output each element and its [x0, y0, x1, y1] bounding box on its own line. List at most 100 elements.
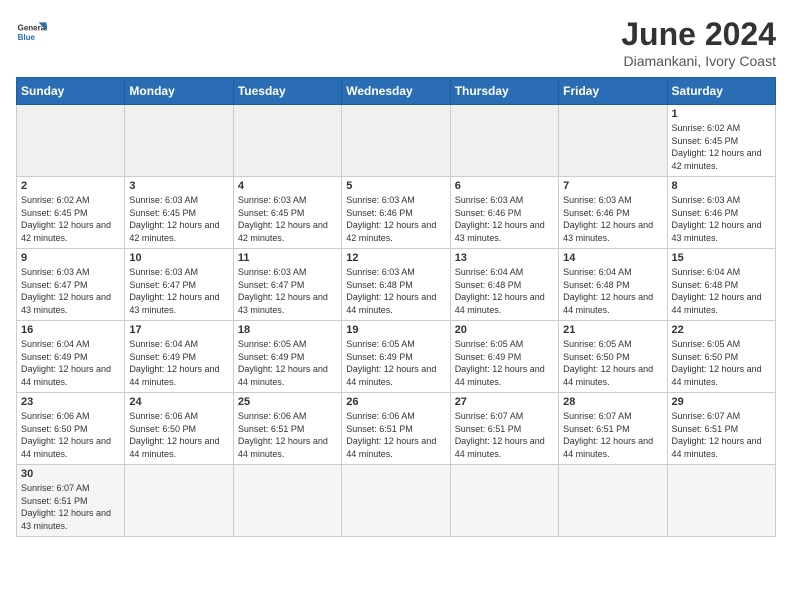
day-info: Sunrise: 6:03 AMSunset: 6:46 PMDaylight:… [563, 194, 662, 244]
day-number: 19 [346, 324, 445, 336]
calendar-cell: 11Sunrise: 6:03 AMSunset: 6:47 PMDayligh… [233, 249, 341, 321]
day-info: Sunrise: 6:07 AMSunset: 6:51 PMDaylight:… [21, 482, 120, 532]
calendar-cell: 26Sunrise: 6:06 AMSunset: 6:51 PMDayligh… [342, 393, 450, 465]
day-number: 22 [672, 324, 771, 336]
day-info: Sunrise: 6:05 AMSunset: 6:49 PMDaylight:… [238, 338, 337, 388]
calendar-cell [17, 105, 125, 177]
day-number: 27 [455, 396, 554, 408]
day-info: Sunrise: 6:03 AMSunset: 6:46 PMDaylight:… [346, 194, 445, 244]
day-info: Sunrise: 6:05 AMSunset: 6:50 PMDaylight:… [563, 338, 662, 388]
day-info: Sunrise: 6:04 AMSunset: 6:48 PMDaylight:… [455, 266, 554, 316]
day-number: 29 [672, 396, 771, 408]
day-info: Sunrise: 6:03 AMSunset: 6:47 PMDaylight:… [21, 266, 120, 316]
calendar-cell [125, 465, 233, 537]
day-number: 5 [346, 180, 445, 192]
calendar-title-area: June 2024 Diamankani, Ivory Coast [621, 16, 776, 69]
page-header: General Blue June 2024 Diamankani, Ivory… [16, 16, 776, 69]
weekday-header-saturday: Saturday [667, 78, 775, 105]
day-number: 8 [672, 180, 771, 192]
calendar-cell: 12Sunrise: 6:03 AMSunset: 6:48 PMDayligh… [342, 249, 450, 321]
day-info: Sunrise: 6:06 AMSunset: 6:51 PMDaylight:… [238, 410, 337, 460]
day-number: 23 [21, 396, 120, 408]
calendar-cell: 8 Sunrise: 6:03 AMSunset: 6:46 PMDaylight… [667, 177, 775, 249]
day-number: 7 [563, 180, 662, 192]
day-number: 12 [346, 252, 445, 264]
weekday-header-friday: Friday [559, 78, 667, 105]
calendar-cell: 18 Sunrise: 6:05 AMSunset: 6:49 PMDayligh… [233, 321, 341, 393]
calendar-cell: 7 Sunrise: 6:03 AMSunset: 6:46 PMDaylight… [559, 177, 667, 249]
day-number: 9 [21, 252, 120, 264]
day-number: 3 [129, 180, 228, 192]
calendar-cell: 19 Sunrise: 6:05 AMSunset: 6:49 PMDayligh… [342, 321, 450, 393]
day-number: 13 [455, 252, 554, 264]
day-number: 11 [238, 252, 337, 264]
calendar-subtitle: Diamankani, Ivory Coast [621, 53, 776, 69]
weekday-header-tuesday: Tuesday [233, 78, 341, 105]
calendar-cell [342, 105, 450, 177]
day-info: Sunrise: 6:04 AMSunset: 6:48 PMDaylight:… [563, 266, 662, 316]
logo: General Blue [16, 16, 48, 48]
day-info: Sunrise: 6:06 AMSunset: 6:51 PMDaylight:… [346, 410, 445, 460]
day-info: Sunrise: 6:04 AMSunset: 6:48 PMDaylight:… [672, 266, 771, 316]
calendar-week-1: 1 Sunrise: 6:02 AMSunset: 6:45 PMDaylight… [17, 105, 776, 177]
calendar-week-5: 23 Sunrise: 6:06 AMSunset: 6:50 PMDayligh… [17, 393, 776, 465]
day-number: 25 [238, 396, 337, 408]
day-info: Sunrise: 6:06 AMSunset: 6:50 PMDaylight:… [21, 410, 120, 460]
day-info: Sunrise: 6:05 AMSunset: 6:49 PMDaylight:… [346, 338, 445, 388]
calendar-cell: 28Sunrise: 6:07 AMSunset: 6:51 PMDayligh… [559, 393, 667, 465]
calendar-cell [233, 465, 341, 537]
day-info: Sunrise: 6:03 AMSunset: 6:46 PMDaylight:… [455, 194, 554, 244]
day-number: 6 [455, 180, 554, 192]
day-number: 2 [21, 180, 120, 192]
calendar-cell [667, 465, 775, 537]
calendar-week-4: 16 Sunrise: 6:04 AMSunset: 6:49 PMDayligh… [17, 321, 776, 393]
day-info: Sunrise: 6:02 AMSunset: 6:45 PMDaylight:… [21, 194, 120, 244]
day-info: Sunrise: 6:07 AMSunset: 6:51 PMDaylight:… [672, 410, 771, 460]
day-info: Sunrise: 6:07 AMSunset: 6:51 PMDaylight:… [455, 410, 554, 460]
calendar-cell: 30 Sunrise: 6:07 AMSunset: 6:51 PMDayligh… [17, 465, 125, 537]
day-info: Sunrise: 6:03 AMSunset: 6:45 PMDaylight:… [238, 194, 337, 244]
day-info: Sunrise: 6:05 AMSunset: 6:49 PMDaylight:… [455, 338, 554, 388]
calendar-cell: 21Sunrise: 6:05 AMSunset: 6:50 PMDayligh… [559, 321, 667, 393]
calendar-cell: 3 Sunrise: 6:03 AMSunset: 6:45 PMDaylight… [125, 177, 233, 249]
day-info: Sunrise: 6:07 AMSunset: 6:51 PMDaylight:… [563, 410, 662, 460]
day-number: 24 [129, 396, 228, 408]
day-number: 1 [672, 108, 771, 120]
calendar-cell [125, 105, 233, 177]
calendar-cell: 22Sunrise: 6:05 AMSunset: 6:50 PMDayligh… [667, 321, 775, 393]
weekday-header-monday: Monday [125, 78, 233, 105]
day-number: 4 [238, 180, 337, 192]
day-info: Sunrise: 6:03 AMSunset: 6:47 PMDaylight:… [129, 266, 228, 316]
calendar-body: 1 Sunrise: 6:02 AMSunset: 6:45 PMDaylight… [17, 105, 776, 537]
day-info: Sunrise: 6:02 AMSunset: 6:45 PMDaylight:… [672, 122, 771, 172]
day-info: Sunrise: 6:03 AMSunset: 6:46 PMDaylight:… [672, 194, 771, 244]
calendar-cell [559, 465, 667, 537]
weekday-header-wednesday: Wednesday [342, 78, 450, 105]
calendar-cell: 20 Sunrise: 6:05 AMSunset: 6:49 PMDayligh… [450, 321, 558, 393]
calendar-week-2: 2 Sunrise: 6:02 AMSunset: 6:45 PMDaylight… [17, 177, 776, 249]
day-info: Sunrise: 6:06 AMSunset: 6:50 PMDaylight:… [129, 410, 228, 460]
calendar-cell: 1 Sunrise: 6:02 AMSunset: 6:45 PMDaylight… [667, 105, 775, 177]
day-number: 15 [672, 252, 771, 264]
calendar-week-6: 30 Sunrise: 6:07 AMSunset: 6:51 PMDayligh… [17, 465, 776, 537]
calendar-cell [233, 105, 341, 177]
calendar-cell: 10Sunrise: 6:03 AMSunset: 6:47 PMDayligh… [125, 249, 233, 321]
calendar-table: SundayMondayTuesdayWednesdayThursdayFrid… [16, 77, 776, 537]
day-number: 20 [455, 324, 554, 336]
calendar-title: June 2024 [621, 16, 776, 53]
weekday-header-thursday: Thursday [450, 78, 558, 105]
day-number: 30 [21, 468, 120, 480]
calendar-cell: 24 Sunrise: 6:06 AMSunset: 6:50 PMDayligh… [125, 393, 233, 465]
day-info: Sunrise: 6:04 AMSunset: 6:49 PMDaylight:… [129, 338, 228, 388]
day-number: 16 [21, 324, 120, 336]
calendar-cell: 16 Sunrise: 6:04 AMSunset: 6:49 PMDayligh… [17, 321, 125, 393]
calendar-cell [559, 105, 667, 177]
day-number: 18 [238, 324, 337, 336]
calendar-cell [342, 465, 450, 537]
svg-text:Blue: Blue [18, 33, 36, 42]
calendar-header: SundayMondayTuesdayWednesdayThursdayFrid… [17, 78, 776, 105]
calendar-cell: 6 Sunrise: 6:03 AMSunset: 6:46 PMDaylight… [450, 177, 558, 249]
day-info: Sunrise: 6:03 AMSunset: 6:45 PMDaylight:… [129, 194, 228, 244]
day-info: Sunrise: 6:04 AMSunset: 6:49 PMDaylight:… [21, 338, 120, 388]
calendar-cell [450, 105, 558, 177]
